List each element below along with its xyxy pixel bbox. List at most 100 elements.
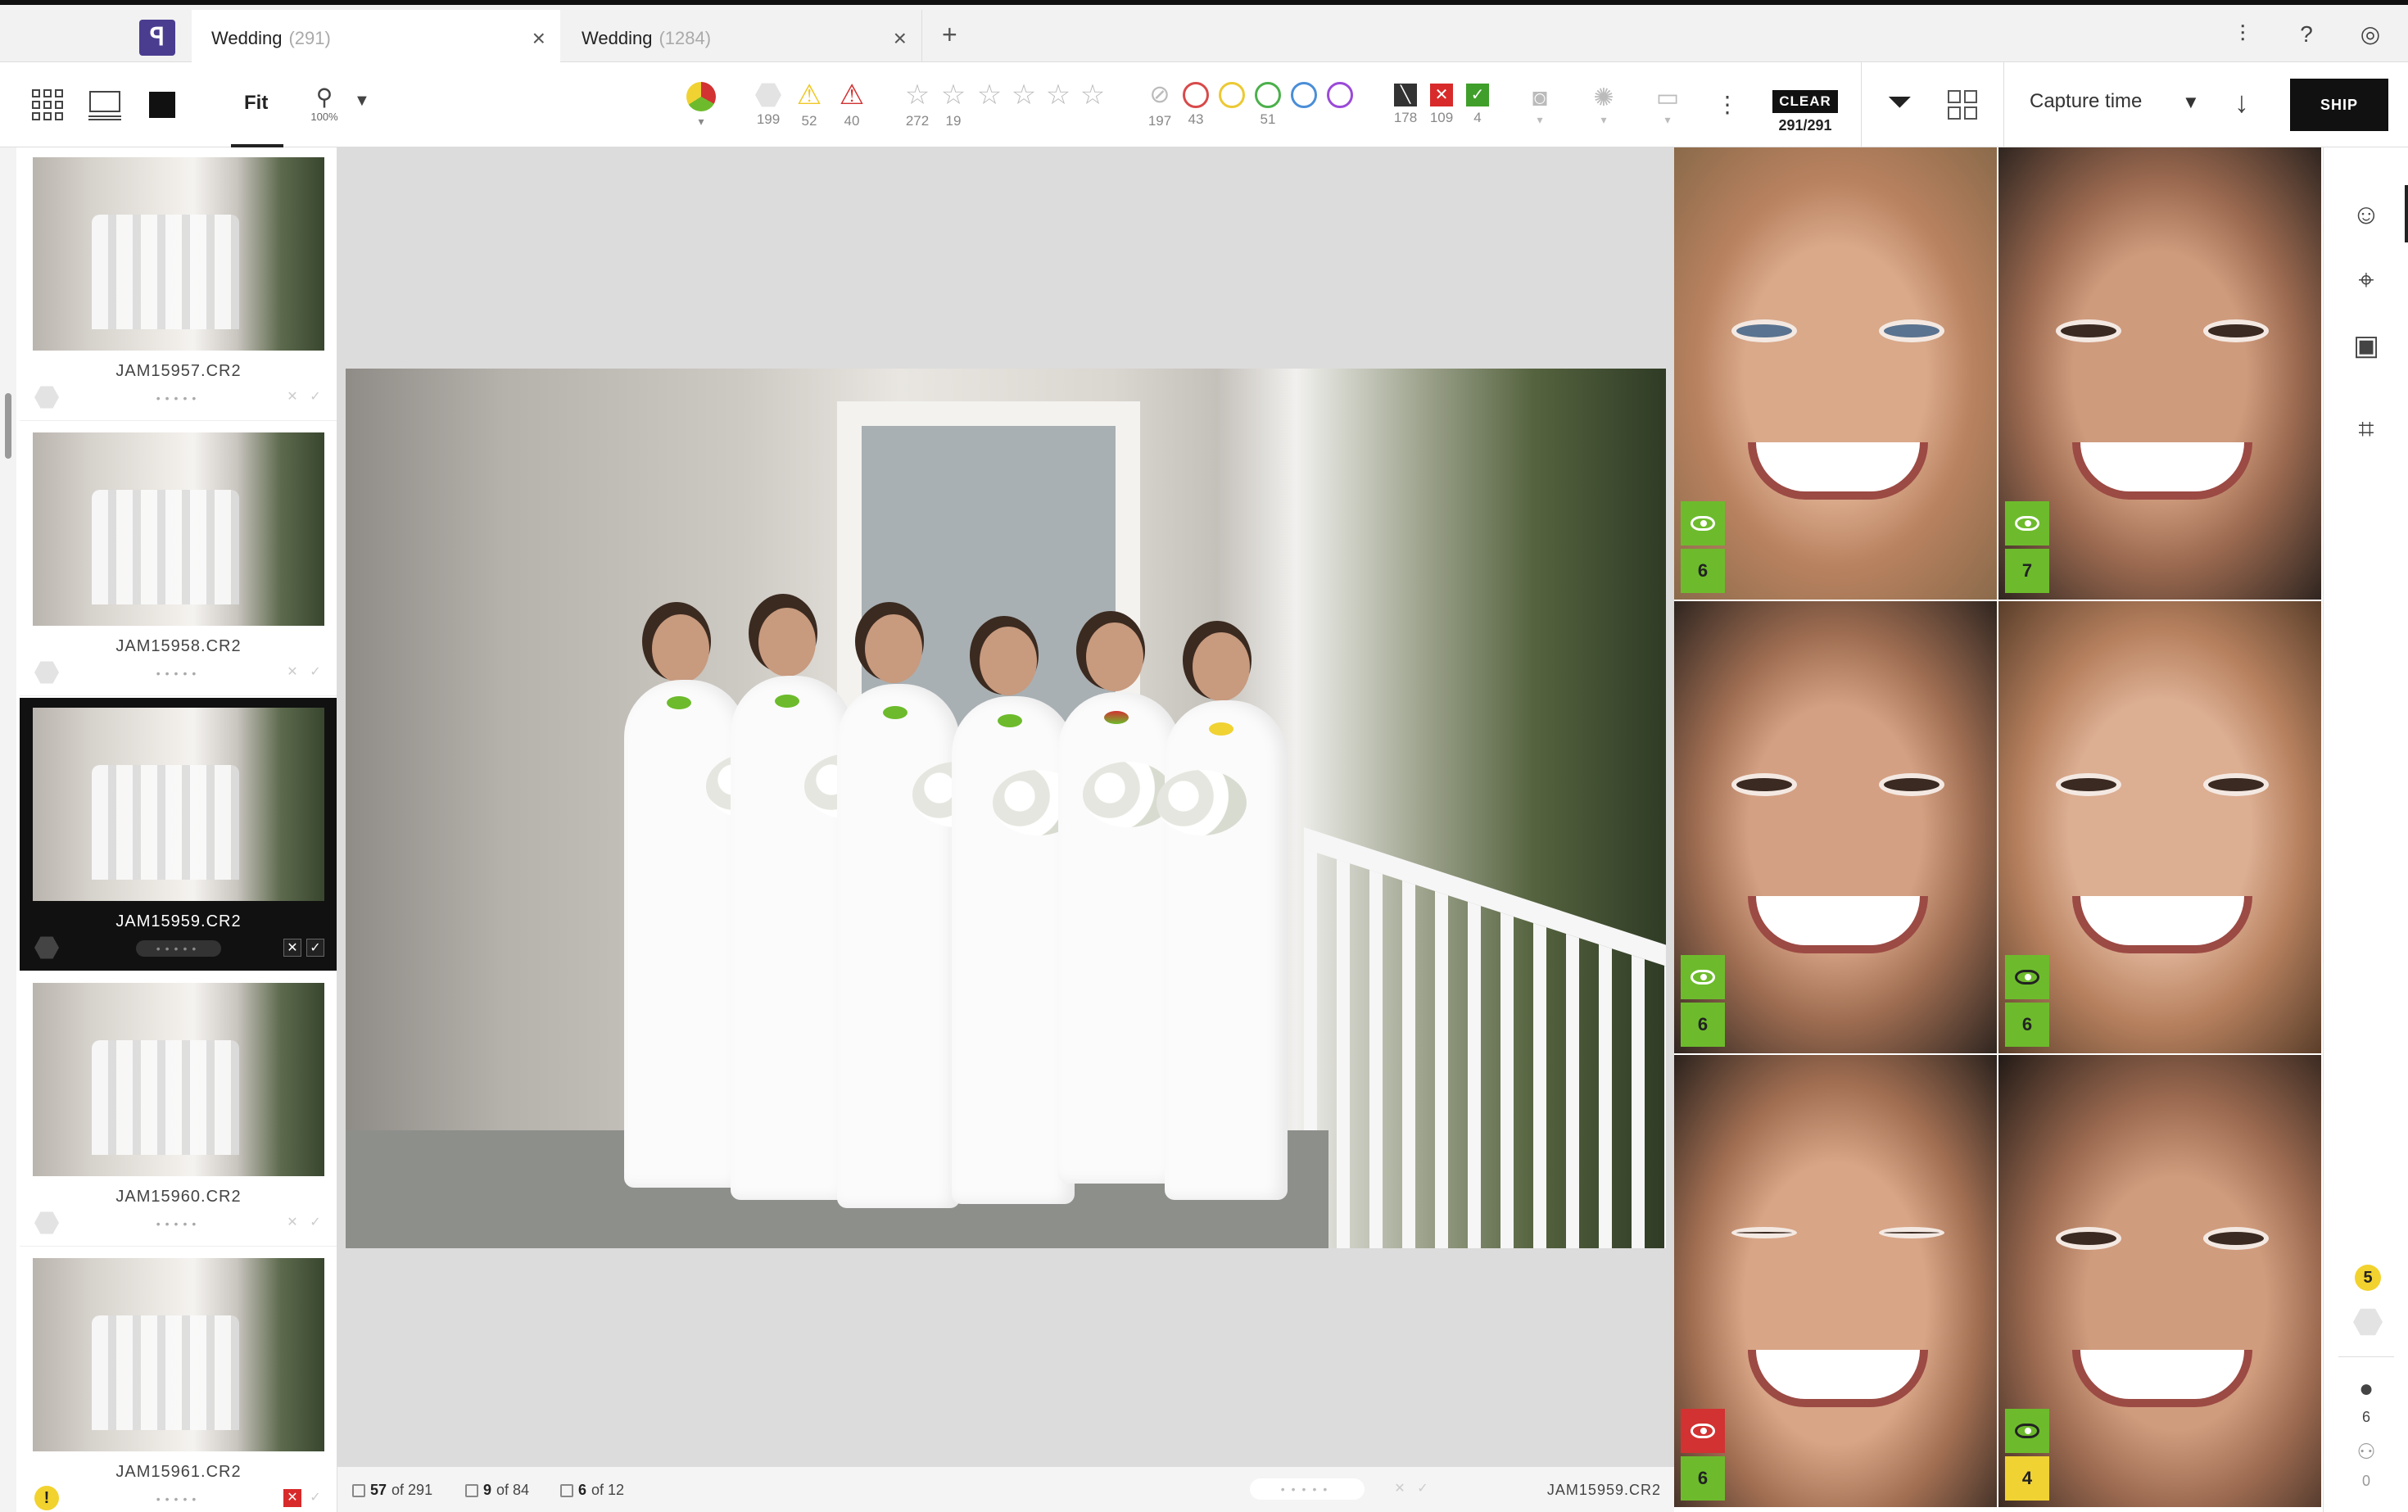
face-crop[interactable]: 4 xyxy=(1998,1055,2321,1507)
filter-warning[interactable]: ⚠ 52 xyxy=(793,62,826,147)
grid-view-icon[interactable] xyxy=(29,87,66,123)
filter-color-purple[interactable] xyxy=(1324,62,1356,147)
ship-button[interactable]: SHIP xyxy=(2290,79,2388,131)
filter-color-blue[interactable] xyxy=(1288,62,1320,147)
filter-star-6[interactable]: ☆ xyxy=(1076,62,1109,147)
filter-unrated[interactable]: 199 xyxy=(752,62,785,147)
hexagon-icon[interactable] xyxy=(34,385,59,410)
rating-dots[interactable]: ••••• xyxy=(136,940,221,957)
person-icon[interactable]: ● xyxy=(2350,1373,2383,1406)
faces-icon[interactable]: ☺ xyxy=(2350,198,2383,231)
hexagon-icon[interactable] xyxy=(34,660,59,685)
face-crop[interactable]: 7 xyxy=(1998,147,2321,600)
eyes-open-icon[interactable] xyxy=(2005,501,2049,545)
filter-color-yellow[interactable] xyxy=(1215,62,1248,147)
filter-accepted[interactable]: ✓ 4 xyxy=(1461,62,1494,147)
eyes-open-icon[interactable] xyxy=(2005,955,2049,999)
account-icon[interactable]: ◎ xyxy=(2357,21,2383,48)
eyes-closed-icon[interactable] xyxy=(1681,1409,1725,1453)
filter-star-4[interactable]: ☆ xyxy=(1007,62,1040,147)
zoom-100-button[interactable]: ⚲ 100% xyxy=(308,84,341,123)
folder-filter[interactable]: ▭ ▾ xyxy=(1650,62,1686,147)
rating-dots[interactable]: ••••• xyxy=(1250,1478,1365,1500)
group-icon[interactable]: ⚇ xyxy=(2350,1435,2383,1468)
reject-icon[interactable]: ✕ xyxy=(283,1214,301,1232)
warning-icon[interactable]: ! xyxy=(34,1486,59,1510)
eyes-open-icon[interactable] xyxy=(1681,501,1725,545)
reject-icon[interactable]: ✕ xyxy=(1391,1480,1409,1498)
tab-wedding-1284[interactable]: Wedding (1284) × xyxy=(562,10,922,67)
tab-wedding-291[interactable]: Wedding (291) × xyxy=(192,10,560,67)
filmstrip-scrollbar[interactable] xyxy=(0,147,16,1512)
filter-star-1[interactable]: ☆ 272 xyxy=(901,62,934,147)
funnel-icon[interactable]: ⏷ xyxy=(1887,85,1912,120)
color-filter-button[interactable]: ▾ xyxy=(685,62,717,147)
group-view-icon[interactable] xyxy=(1946,88,1979,121)
clear-filters-button[interactable]: CLEAR xyxy=(1772,90,1838,113)
close-icon[interactable]: × xyxy=(894,25,907,52)
filter-star-5[interactable]: ☆ xyxy=(1042,62,1075,147)
sort-direction-icon[interactable]: ↓ xyxy=(2234,85,2249,120)
face-crop[interactable]: 6 xyxy=(1674,601,1997,1053)
face-marker[interactable] xyxy=(883,706,908,719)
sort-select[interactable]: Capture time xyxy=(2030,90,2142,113)
sliders-icon[interactable]: ⫶ xyxy=(2229,21,2256,48)
filter-rejected[interactable]: ✕ 109 xyxy=(1425,62,1458,147)
face-marker[interactable] xyxy=(1209,722,1233,736)
hexagon-icon[interactable] xyxy=(34,1211,59,1235)
accept-icon[interactable]: ✓ xyxy=(306,1489,324,1507)
filter-no-color[interactable]: ⊘ 197 xyxy=(1143,62,1176,147)
more-filters-button[interactable]: ⋮ xyxy=(1715,62,1740,147)
face-marker[interactable] xyxy=(1104,711,1129,724)
filmstrip-view-icon[interactable] xyxy=(87,87,123,123)
filter-error[interactable]: ⚠ 40 xyxy=(835,62,868,147)
thumbnail-card[interactable]: JAM15957.CR2 ••••• ✕ ✓ xyxy=(20,147,337,421)
chevron-down-icon[interactable]: ▼ xyxy=(2182,92,2200,113)
rating-dots[interactable]: ••••• xyxy=(136,1491,221,1507)
filter-color-red[interactable]: 43 xyxy=(1179,62,1212,147)
thumbnail-card-selected[interactable]: JAM15959.CR2 ••••• ✕ ✓ xyxy=(20,698,337,971)
face-marker[interactable] xyxy=(775,695,799,708)
face-marker[interactable] xyxy=(998,714,1022,727)
face-crop[interactable]: 6 xyxy=(1998,601,2321,1053)
close-icon[interactable]: × xyxy=(532,25,545,52)
reject-icon[interactable]: ✕ xyxy=(283,939,301,957)
accept-icon[interactable]: ✓ xyxy=(306,388,324,406)
crop-icon[interactable]: ⌗ xyxy=(2350,413,2383,446)
filter-star-2[interactable]: ☆ 19 xyxy=(937,62,970,147)
rating-dots[interactable]: ••••• xyxy=(136,1215,221,1232)
warning-count-badge[interactable]: 5 xyxy=(2355,1265,2381,1291)
accept-icon[interactable]: ✓ xyxy=(306,663,324,681)
rating-dots[interactable]: ••••• xyxy=(136,665,221,681)
filter-star-3[interactable]: ☆ xyxy=(973,62,1006,147)
filter-color-green[interactable]: 51 xyxy=(1252,62,1284,147)
camera-filter[interactable]: ◙ ▾ xyxy=(1522,62,1558,147)
single-view-icon[interactable] xyxy=(144,87,180,123)
thumbnail-card[interactable]: JAM15958.CR2 ••••• ✕ ✓ xyxy=(20,423,337,696)
eyes-open-icon[interactable] xyxy=(2005,1409,2049,1453)
filter-unmarked[interactable]: ╲ 178 xyxy=(1389,62,1422,147)
app-logo-icon[interactable]: ꟼ xyxy=(139,20,175,56)
face-crop[interactable]: 6 xyxy=(1674,1055,1997,1507)
focus-target-icon[interactable]: ⌖ xyxy=(2350,264,2383,297)
hexagon-icon[interactable] xyxy=(2353,1307,2383,1337)
hexagon-icon[interactable] xyxy=(34,935,59,960)
add-tab-button[interactable]: + xyxy=(942,20,957,50)
thumbnail-card[interactable]: JAM15961.CR2 ! ••••• ✕ ✓ xyxy=(20,1248,337,1512)
zoom-fit-button[interactable]: Fit xyxy=(244,92,268,115)
rating-dots[interactable]: ••••• xyxy=(136,390,221,406)
main-photo[interactable] xyxy=(346,369,1666,1248)
aperture-filter[interactable]: ✺ ▾ xyxy=(1586,62,1622,147)
thumbnail-card[interactable]: JAM15960.CR2 ••••• ✕ ✓ xyxy=(20,973,337,1247)
accept-icon[interactable]: ✓ xyxy=(306,939,324,957)
eyes-open-icon[interactable] xyxy=(1681,955,1725,999)
image-info-icon[interactable]: ▣ xyxy=(2350,329,2383,362)
accept-icon[interactable]: ✓ xyxy=(306,1214,324,1232)
accept-icon[interactable]: ✓ xyxy=(1414,1480,1432,1498)
reject-icon[interactable]: ✕ xyxy=(283,388,301,406)
scrollbar-thumb[interactable] xyxy=(5,393,11,459)
reject-icon[interactable]: ✕ xyxy=(283,663,301,681)
help-icon[interactable]: ? xyxy=(2293,21,2320,48)
face-crop[interactable]: 6 xyxy=(1674,147,1997,600)
image-viewer[interactable] xyxy=(337,147,1674,1466)
